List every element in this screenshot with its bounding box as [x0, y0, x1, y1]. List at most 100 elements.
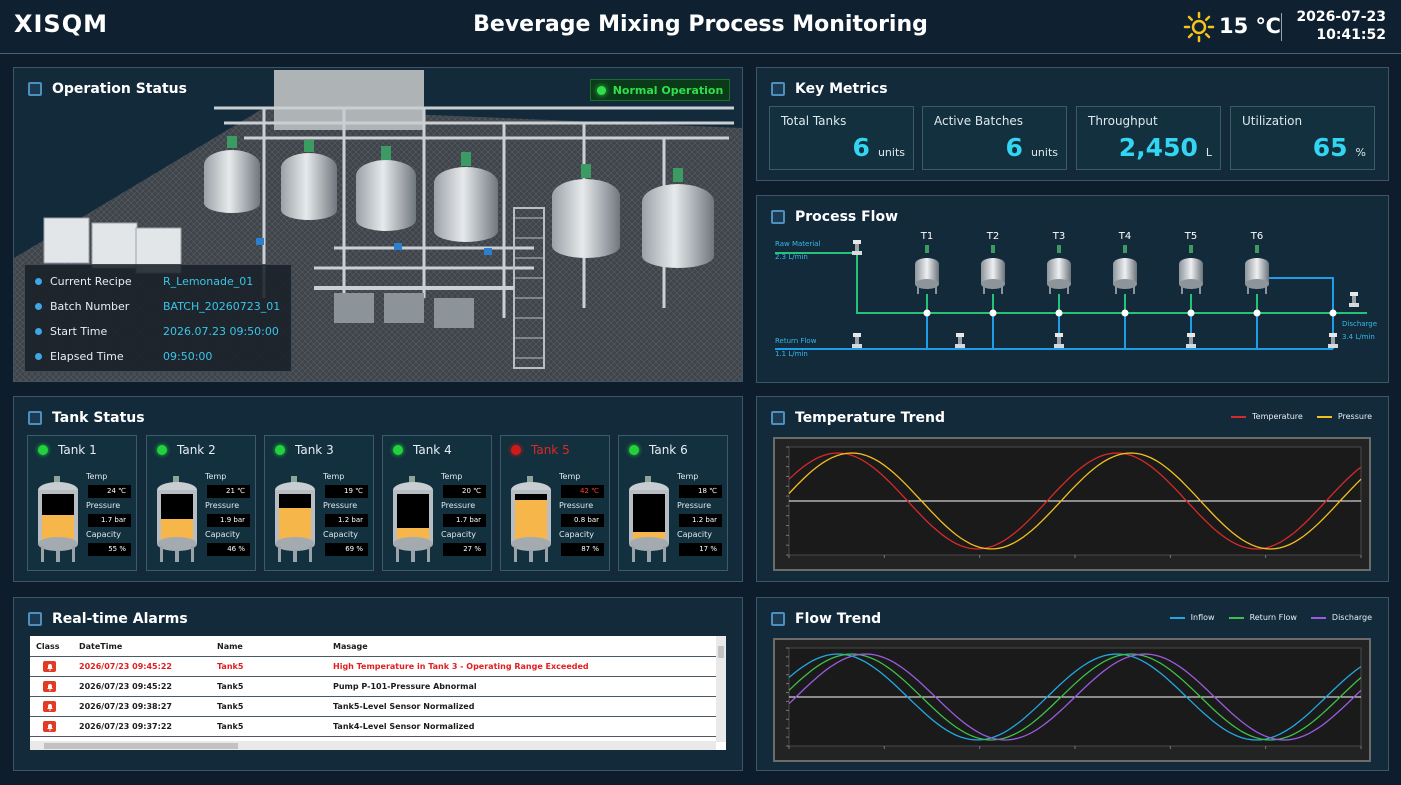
operation-status-title: Operation Status	[28, 81, 187, 97]
alarm-message: High Temperature in Tank 3 - Operating R…	[333, 662, 589, 671]
tank-status-panel: Tank Status Tank 1 Temp 24 ℃ Pressure 1.…	[13, 396, 743, 582]
column-header-name[interactable]: Name	[217, 642, 333, 651]
bell-icon	[43, 661, 56, 672]
tank-status-indicator-icon	[511, 445, 521, 455]
info-row-elapsed: Elapsed Time 09:50:00	[35, 344, 281, 369]
column-header-message[interactable]: Masage	[333, 642, 713, 651]
tank-agitator	[925, 245, 929, 253]
temp-value: 24 ℃	[88, 485, 131, 498]
info-row-recipe: Current Recipe R_Lemonade_01	[35, 269, 281, 294]
pressure-label: Pressure	[205, 501, 240, 510]
legend-label: Return Flow	[1249, 613, 1297, 622]
raw-material-rate: 2.3 L/min	[775, 253, 808, 261]
process-flow-diagram: T1 T2 T3 T4 T5 T6 Raw Material 2.3 L/min Retu…	[775, 231, 1377, 358]
info-value: 09:50:00	[163, 350, 213, 363]
info-row-start-time: Start Time 2026.07.23 09:50:00	[35, 319, 281, 344]
batch-info-box: Current Recipe R_Lemonade_01 Batch Number…	[24, 264, 292, 372]
info-value: R_Lemonade_01	[163, 275, 254, 288]
metric-unit: %	[1355, 146, 1366, 159]
bullet-icon	[35, 278, 42, 285]
legend-swatch	[1231, 415, 1247, 418]
panel-marker-icon	[28, 82, 42, 96]
info-label: Batch Number	[50, 300, 130, 313]
tank-agitator	[991, 245, 995, 253]
alarm-table-horizontal-scrollbar[interactable]	[30, 741, 716, 750]
junction-node	[1055, 309, 1063, 317]
tank-card[interactable]: Tank 5 Temp 42 ℃ Pressure 0.8 bar Capaci…	[500, 435, 610, 571]
tank-card[interactable]: Tank 4 Temp 20 ℃ Pressure 1.7 bar Capaci…	[382, 435, 492, 571]
tank-card[interactable]: Tank 6 Temp 18 ℃ Pressure 1.2 bar Capaci…	[618, 435, 728, 571]
alarm-datetime: 2026/07/23 09:45:22	[79, 682, 172, 691]
temp-label: Temp	[323, 472, 345, 481]
alarm-row[interactable]: 2026/07/23 09:45:22 Tank5 High Temperatu…	[30, 657, 716, 677]
temperature-trend-plot	[786, 446, 1362, 558]
pressure-label: Pressure	[441, 501, 476, 510]
metric-label: Active Batches	[934, 114, 1024, 128]
column-header-class[interactable]: Class	[30, 642, 79, 651]
alarm-table[interactable]: Class DateTime Name Masage 2026/07/23 09…	[30, 636, 726, 750]
return-flow-label: Return Flow	[775, 337, 817, 345]
panel-marker-icon	[771, 411, 785, 425]
scroll-thumb[interactable]	[44, 743, 238, 749]
alarms-title: Real-time Alarms	[28, 611, 188, 627]
metric-value: 6	[1005, 133, 1023, 162]
tank-card-header: Tank 2	[157, 443, 216, 457]
temp-label: Temp	[205, 472, 227, 481]
tank-name: Tank 6	[649, 443, 688, 457]
panel-marker-icon	[28, 411, 42, 425]
header-divider	[1281, 13, 1282, 41]
tank-label: T2	[986, 231, 999, 242]
legend-swatch	[1310, 616, 1326, 619]
tank-card[interactable]: Tank 1 Temp 24 ℃ Pressure 1.7 bar Capaci…	[27, 435, 137, 571]
capacity-label: Capacity	[559, 530, 594, 539]
temp-value: 18 ℃	[679, 485, 722, 498]
junction-node	[1329, 309, 1337, 317]
metric-unit: L	[1205, 146, 1212, 159]
tank-label: T1	[920, 231, 933, 242]
bell-icon	[43, 701, 56, 712]
pressure-label: Pressure	[677, 501, 712, 510]
alarm-row[interactable]: 2026/07/23 09:45:22 Tank5 Pump P-101-Pre…	[30, 677, 716, 697]
legend-label: Temperature	[1252, 412, 1303, 421]
column-header-datetime[interactable]: DateTime	[79, 642, 217, 651]
temp-label: Temp	[441, 472, 463, 481]
alarm-row[interactable]: 2026/07/23 09:38:27 Tank5 Tank5-Level Se…	[30, 697, 716, 717]
tank-card-header: Tank 6	[629, 443, 688, 457]
legend-temperature: Temperature	[1231, 412, 1303, 421]
raw-material-label: Raw Material	[775, 240, 820, 248]
pressure-value: 0.8 bar	[561, 514, 604, 527]
temperature-trend-title-text: Temperature Trend	[795, 410, 945, 426]
tank-card-header: Tank 5	[511, 443, 570, 457]
tank-label: T5	[1184, 231, 1197, 242]
tank-leg	[1067, 286, 1069, 294]
tank-card[interactable]: Tank 2 Temp 21 ℃ Pressure 1.9 bar Capaci…	[146, 435, 256, 571]
pressure-label: Pressure	[323, 501, 358, 510]
legend-label: Pressure	[1337, 412, 1372, 421]
tank-level-icon	[157, 476, 197, 562]
scroll-thumb[interactable]	[718, 646, 724, 658]
valve-icon	[852, 240, 862, 255]
return-flow-rate: 1.1 L/min	[775, 350, 808, 358]
operation-status-badge: Normal Operation	[590, 79, 730, 101]
capacity-value: 69 %	[325, 543, 368, 556]
tank-leg	[935, 286, 937, 294]
tank-name: Tank 3	[295, 443, 334, 457]
tank-level-icon	[511, 476, 551, 562]
tank-leg	[1001, 286, 1003, 294]
temp-value: 19 ℃	[325, 485, 368, 498]
temperature-trend-legend: Temperature Pressure	[1217, 412, 1372, 421]
capacity-value: 46 %	[207, 543, 250, 556]
valve-icon	[1328, 333, 1338, 348]
flow-trend-chart	[773, 638, 1371, 762]
bullet-icon	[35, 303, 42, 310]
tank-status-title: Tank Status	[28, 410, 145, 426]
flow-trend-title: Flow Trend	[771, 611, 881, 627]
tank-card[interactable]: Tank 3 Temp 19 ℃ Pressure 1.2 bar Capaci…	[264, 435, 374, 571]
info-row-batch: Batch Number BATCH_20260723_01	[35, 294, 281, 319]
capacity-value: 27 %	[443, 543, 486, 556]
metric-value: 6	[852, 133, 870, 162]
capacity-label: Capacity	[86, 530, 121, 539]
alarm-table-vertical-scrollbar[interactable]	[716, 636, 726, 742]
tank-status-indicator-icon	[629, 445, 639, 455]
alarm-row[interactable]: 2026/07/23 09:37:22 Tank5 Tank4-Level Se…	[30, 717, 716, 737]
